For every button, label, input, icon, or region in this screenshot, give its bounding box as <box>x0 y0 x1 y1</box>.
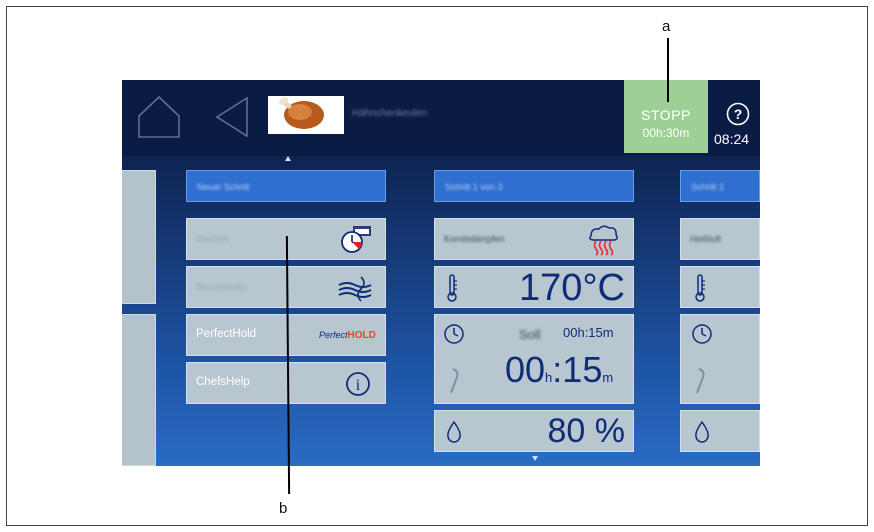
humidity-value: 80 % <box>547 412 626 450</box>
time-hours: 00 <box>505 349 546 390</box>
cooking-time-cell[interactable]: Soll 00h:15m 00h:15m <box>434 314 634 404</box>
chicken-leg-icon <box>279 97 324 129</box>
thermometer-icon <box>447 274 457 302</box>
oven-touchscreen: Hähnchenkeulen STOPP 00h:30m ? 08:24 Neu… <box>122 80 760 466</box>
chefshelp-button[interactable]: ChefsHelp i <box>186 362 386 404</box>
mode-combi-steam-button[interactable]: Kombidämpfen <box>434 218 634 260</box>
core-probe-icon <box>450 368 459 394</box>
step2-humidity-cell[interactable] <box>680 410 760 452</box>
mode-hot-air-button[interactable]: Heißluft <box>680 218 760 260</box>
callout-line-a <box>667 38 669 102</box>
clock: 08:24 <box>714 131 750 147</box>
minutes-unit: m <box>602 370 614 385</box>
button-label: Heißluft <box>690 234 722 244</box>
cooking-time-display: 00h:15m <box>505 349 613 391</box>
column-header-label: Schritt 1 von 3 <box>445 182 503 192</box>
clock-icon <box>692 324 712 344</box>
side-tab-lower[interactable] <box>122 314 156 466</box>
help-icon[interactable]: ? <box>726 102 750 126</box>
time-separator: : <box>552 349 563 390</box>
remaining-time: 00h:30m <box>642 126 690 140</box>
button-label: Startzeit <box>196 234 230 244</box>
button-label: Kombidämpfen <box>444 234 505 244</box>
stop-button[interactable]: STOPP 00h:30m <box>624 80 708 153</box>
perfecthold-logo: PerfectHOLD <box>319 330 376 341</box>
time-minutes: 15 <box>562 349 603 390</box>
scroll-down-indicator[interactable] <box>532 456 538 461</box>
temperature-cell[interactable]: 170°C <box>434 266 634 308</box>
core-probe-icon <box>696 368 705 394</box>
side-tab-upper[interactable] <box>122 170 156 304</box>
callout-label-b: b <box>279 500 288 517</box>
temperature-value: 170°C <box>518 267 625 309</box>
info-symbol: i <box>356 377 361 394</box>
stop-label: STOPP <box>641 107 691 123</box>
step2-temperature-cell[interactable] <box>680 266 760 308</box>
column-header-new-step[interactable]: Neuer Schritt <box>186 170 386 202</box>
button-label: PerfectHold <box>196 328 257 340</box>
callout-label-a: a <box>662 18 671 35</box>
back-arrow-icon[interactable] <box>214 96 250 138</box>
column-header-label: Schritt 2 <box>691 182 725 192</box>
button-label: ChefsHelp <box>196 376 250 388</box>
water-drop-icon <box>695 420 709 443</box>
column-header-step-2[interactable]: Schritt 2 <box>680 170 760 202</box>
column-header-step-1[interactable]: Schritt 1 von 3 <box>434 170 634 202</box>
column-header-label: Neuer Schritt <box>197 182 250 192</box>
perfecthold-logo-part: HOLD <box>347 330 376 341</box>
time-set-prefix: Soll <box>519 327 541 342</box>
perfecthold-logo-part: Perfect <box>319 330 348 340</box>
scroll-up-indicator[interactable] <box>285 156 291 161</box>
dish-image-chicken-leg[interactable] <box>268 96 344 134</box>
help-symbol: ? <box>734 106 743 122</box>
button-label: Beschwaden <box>196 282 248 292</box>
dish-name: Hähnchenkeulen <box>352 108 428 119</box>
top-bar: Hähnchenkeulen STOPP 00h:30m ? 08:24 <box>122 80 760 156</box>
timer-calendar-icon <box>341 226 371 253</box>
steam-wave-icon <box>338 276 372 302</box>
info-icon: i <box>346 372 370 396</box>
humidity-cell[interactable]: 80 % <box>434 410 634 452</box>
water-drop-icon <box>447 420 461 443</box>
step2-time-cell[interactable] <box>680 314 760 404</box>
thermometer-icon <box>695 274 705 302</box>
home-icon[interactable] <box>136 94 182 140</box>
combi-steam-icon <box>589 225 619 256</box>
clock-icon <box>444 324 464 344</box>
time-set-value: 00h:15m <box>563 325 614 340</box>
